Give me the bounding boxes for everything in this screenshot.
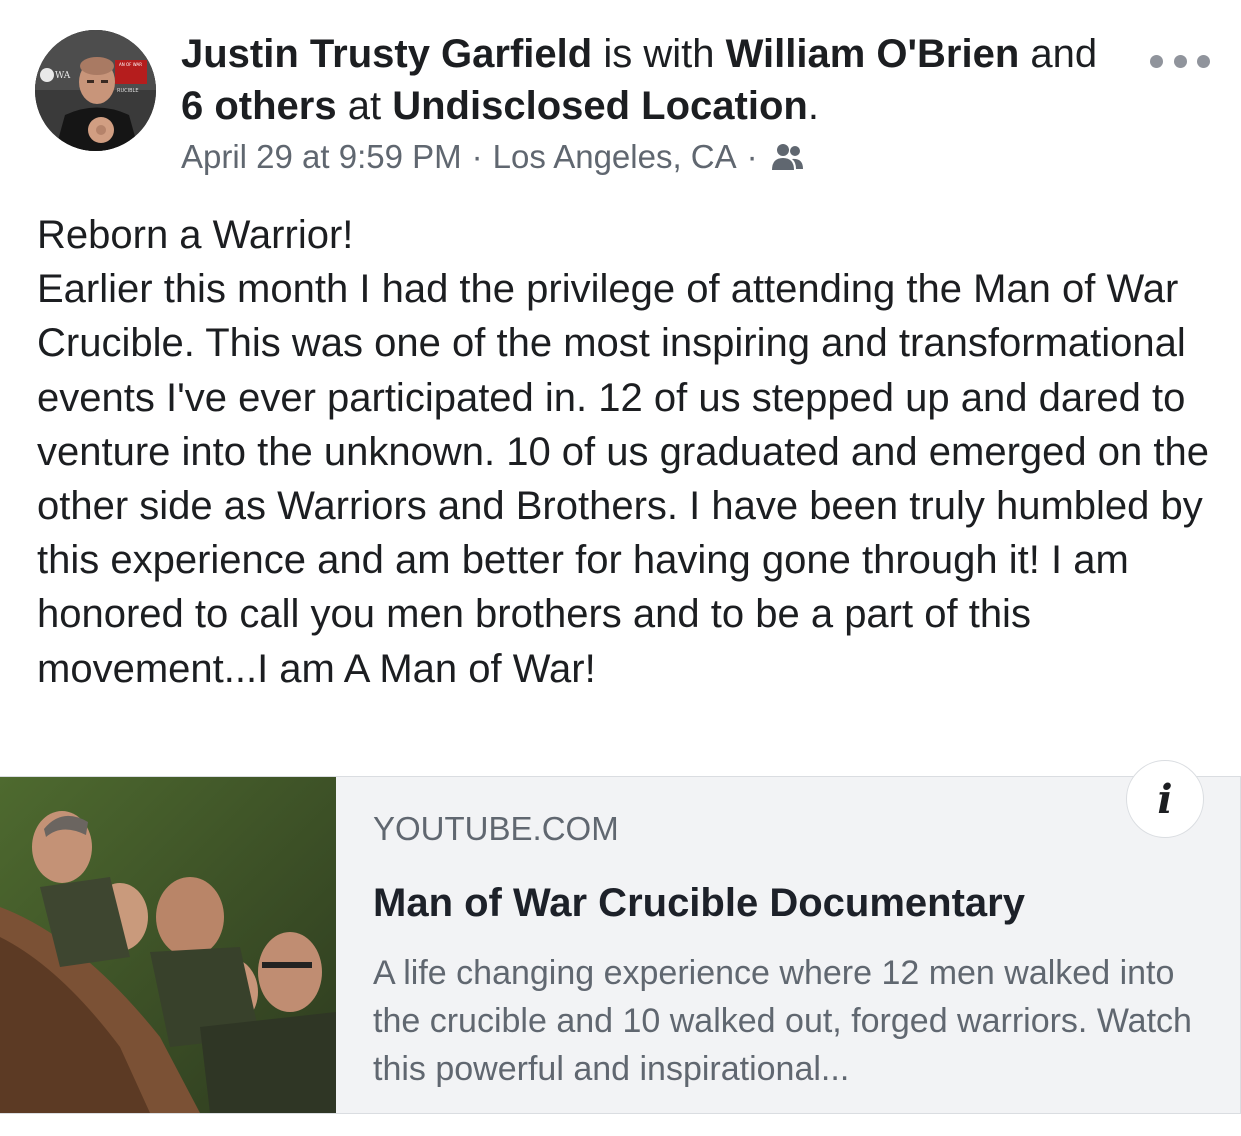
avatar-image: WA AN OF WAR RUCIBLE — [35, 30, 156, 151]
friends-icon[interactable] — [770, 140, 804, 174]
avatar-banner-text: RUCIBLE — [117, 88, 138, 94]
link-thumbnail-image — [0, 777, 336, 1113]
author-name-link[interactable]: Justin Trusty Garfield — [181, 32, 592, 76]
more-dot-icon — [1173, 54, 1187, 68]
link-title[interactable]: Man of War Crucible Documentary — [373, 879, 1213, 927]
info-button[interactable]: i — [1126, 760, 1204, 838]
post-meta: April 29 at 9:59 PM · Los Angeles, CA · — [181, 135, 1121, 179]
info-icon: i — [1157, 775, 1173, 823]
more-dot-icon — [1197, 54, 1210, 68]
feed-post: WA AN OF WAR RUCIBLE Justin Trusty Garfi… — [0, 0, 1241, 1136]
link-info: YOUTUBE.COM Man of War Crucible Document… — [373, 777, 1213, 1093]
timestamp-link[interactable]: April 29 at 9:59 PM — [181, 135, 462, 179]
others-link[interactable]: 6 others — [181, 84, 337, 128]
place-link[interactable]: Undisclosed Location — [392, 84, 808, 128]
location-link[interactable]: Los Angeles, CA — [493, 135, 737, 179]
at-text: at — [347, 84, 382, 128]
actor-line: Justin Trusty Garfield is with William O… — [181, 28, 1121, 132]
meta-separator: · — [746, 138, 758, 175]
more-dot-icon — [1150, 54, 1163, 68]
and-text: and — [1030, 32, 1098, 76]
post-header: Justin Trusty Garfield is with William O… — [181, 28, 1121, 179]
meta-separator: · — [471, 138, 483, 175]
more-options-button[interactable] — [1150, 48, 1210, 74]
period: . — [807, 84, 819, 128]
with-text: is with — [603, 32, 715, 76]
avatar-badge-text: AN OF WAR — [119, 62, 142, 67]
link-preview-card[interactable]: YOUTUBE.COM Man of War Crucible Document… — [0, 776, 1241, 1114]
author-avatar[interactable]: WA AN OF WAR RUCIBLE — [35, 30, 156, 151]
tagged-person-link[interactable]: William O'Brien — [726, 32, 1020, 76]
link-description: A life changing experience where 12 men … — [373, 954, 1192, 1088]
post-body-text: Reborn a Warrior! Earlier this month I h… — [37, 213, 1209, 691]
link-domain: YOUTUBE.COM — [373, 810, 619, 847]
avatar-logo-text: WA — [55, 71, 71, 81]
